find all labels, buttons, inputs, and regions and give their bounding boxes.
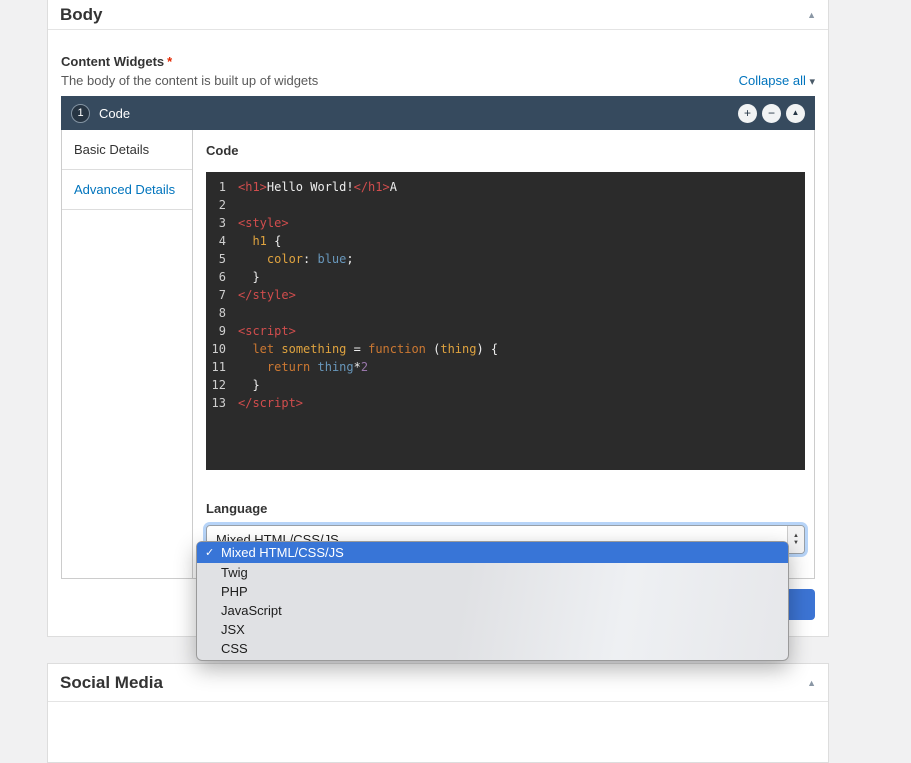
content-widgets-label-text: Content Widgets xyxy=(61,54,165,69)
social-media-panel: Social Media ▲ xyxy=(47,663,829,763)
language-option-javascript[interactable]: JavaScript xyxy=(197,601,788,620)
code-widget-body: Basic Details Advanced Details Code 1 <h1… xyxy=(61,130,815,579)
code-line: 10 let something = function (thing) { xyxy=(206,340,805,358)
line-number: 5 xyxy=(218,252,226,266)
code-line: 11 return thing*2 xyxy=(206,358,805,376)
line-number: 11 xyxy=(211,360,226,374)
stepper-up-arrow-icon: ▲ xyxy=(793,532,799,539)
code-line-content: } xyxy=(238,378,260,392)
code-line-content: <script> xyxy=(238,324,296,338)
language-option-css[interactable]: CSS xyxy=(197,639,788,658)
code-widget-header: 1 Code + − ▲ xyxy=(61,96,815,130)
code-field-label: Code xyxy=(206,143,239,158)
tab-basic-details[interactable]: Basic Details xyxy=(62,130,192,170)
stepper-down-arrow-icon: ▼ xyxy=(793,539,799,546)
collapse-section-icon[interactable]: ▲ xyxy=(807,678,816,688)
code-line-content: } xyxy=(238,270,260,284)
code-line: 7 </style> xyxy=(206,286,805,304)
social-media-header[interactable]: Social Media ▲ xyxy=(48,664,828,702)
line-number: 3 xyxy=(218,216,226,230)
field-description-row: The body of the content is built up of w… xyxy=(61,73,815,88)
widget-number-badge: 1 xyxy=(71,103,90,123)
code-line-content: return thing*2 xyxy=(266,360,369,374)
line-number: 13 xyxy=(211,396,226,410)
add-widget-button[interactable]: + xyxy=(738,103,757,123)
line-number: 1 xyxy=(218,180,226,194)
code-line-content: <style> xyxy=(238,216,289,230)
code-line: 1 <h1>Hello World!</h1>A xyxy=(206,178,805,196)
line-number: 4 xyxy=(218,234,226,248)
language-dropdown-menu: ✓ Mixed HTML/CSS/JS Twig PHP JavaScript JSX CS… xyxy=(196,541,789,661)
checkmark-icon: ✓ xyxy=(205,547,215,559)
code-line-content: let something = function (thing) { xyxy=(252,342,499,356)
language-field-label: Language xyxy=(206,501,268,516)
code-line: 6 } xyxy=(206,268,805,286)
tab-advanced-details[interactable]: Advanced Details xyxy=(62,170,192,210)
language-option-mixed-html-css-js[interactable]: ✓ Mixed HTML/CSS/JS xyxy=(197,542,788,563)
code-line: 3 <style> xyxy=(206,214,805,232)
line-number: 8 xyxy=(218,306,226,320)
code-line: 8 xyxy=(206,304,805,322)
language-option-label: JavaScript xyxy=(221,603,282,618)
body-section-title: Body xyxy=(60,4,103,24)
line-number: 12 xyxy=(211,378,226,392)
content-widgets-label: Content Widgets * xyxy=(61,54,815,69)
code-editor[interactable]: 1 <h1>Hello World!</h1>A 2 3 <style> 4 h1 {5 … xyxy=(206,172,805,470)
code-line-content: </style> xyxy=(238,288,296,302)
body-section-header[interactable]: Body ▲ xyxy=(48,0,828,30)
line-number: 9 xyxy=(218,324,226,338)
code-line-content: h1 { xyxy=(252,234,282,248)
widget-title: Code xyxy=(99,105,131,121)
code-line: 13 </script> xyxy=(206,394,805,412)
code-line: 4 h1 { xyxy=(206,232,805,250)
line-number: 6 xyxy=(218,270,226,284)
code-line: 9 <script> xyxy=(206,322,805,340)
language-option-label: Mixed HTML/CSS/JS xyxy=(221,545,344,560)
collapse-all-link[interactable]: Collapse all ▾ xyxy=(739,73,815,88)
line-number: 10 xyxy=(211,342,226,356)
social-media-title: Social Media xyxy=(60,672,163,692)
line-number: 2 xyxy=(218,198,226,212)
language-option-label: CSS xyxy=(221,641,248,656)
collapse-all-label: Collapse all xyxy=(738,73,806,88)
language-option-label: PHP xyxy=(221,584,248,599)
collapse-section-icon[interactable]: ▲ xyxy=(807,10,816,20)
widget-content: Code 1 <h1>Hello World!</h1>A 2 3 <style> 4 h… xyxy=(193,130,818,578)
code-line-content: </script> xyxy=(238,396,304,410)
code-line: 12 } xyxy=(206,376,805,394)
code-line: 5 color: blue; xyxy=(206,250,805,268)
required-marker: * xyxy=(167,54,173,69)
language-option-label: JSX xyxy=(221,622,245,637)
language-option-label: Twig xyxy=(221,565,248,580)
line-number: 7 xyxy=(218,288,226,302)
language-option-twig[interactable]: Twig xyxy=(197,563,788,582)
widget-header-actions: + − ▲ xyxy=(738,103,805,123)
language-option-php[interactable]: PHP xyxy=(197,582,788,601)
language-option-jsx[interactable]: JSX xyxy=(197,620,788,639)
code-line-content: <h1>Hello World!</h1>A xyxy=(238,180,397,194)
code-line-content: color: blue; xyxy=(266,252,354,266)
code-line: 2 xyxy=(206,196,805,214)
widget-tabs-column: Basic Details Advanced Details xyxy=(62,130,193,578)
collapse-widget-button[interactable]: ▲ xyxy=(786,103,805,123)
remove-widget-button[interactable]: − xyxy=(762,103,781,123)
code-widget: 1 Code + − ▲ Basic Details Advanced Deta… xyxy=(61,96,815,579)
select-stepper-icon[interactable]: ▲ ▼ xyxy=(787,526,804,553)
caret-down-icon: ▾ xyxy=(809,76,815,88)
content-widgets-description: The body of the content is built up of w… xyxy=(61,73,319,88)
